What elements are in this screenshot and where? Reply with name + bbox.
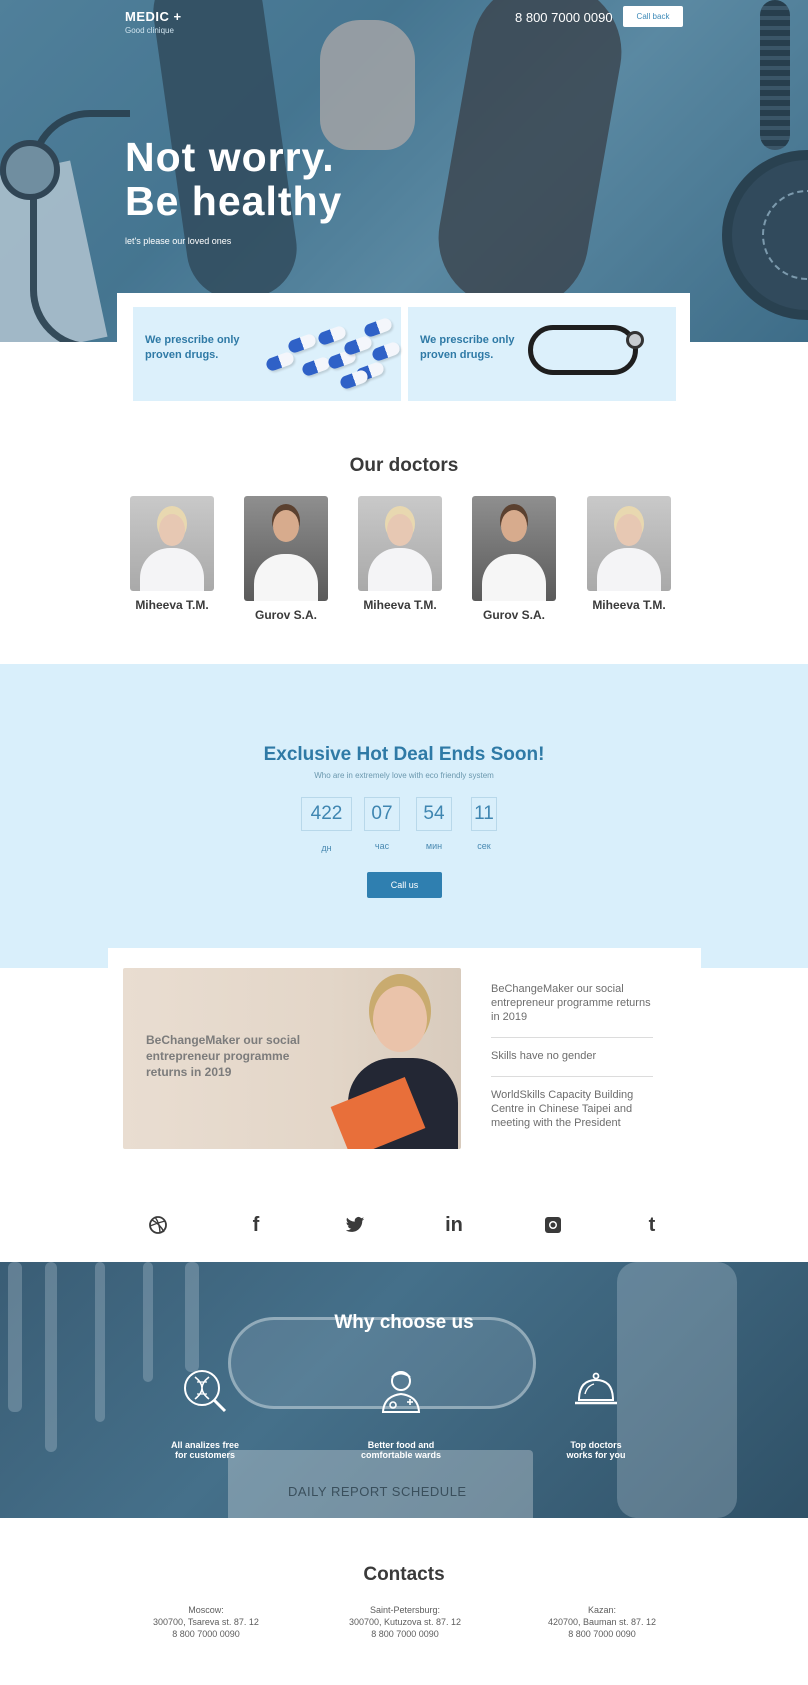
feature-card: We prescribe only proven drugs. [408, 307, 676, 401]
countdown-value: 11 [471, 797, 497, 831]
instrument-decor [95, 1262, 105, 1422]
contact-block: Moscow: 300700, Tsareva st. 87. 12 8 800… [131, 1604, 281, 1640]
countdown-hours: 07 час [364, 797, 400, 851]
countdown-value: 07 [364, 797, 400, 831]
linkedin-icon[interactable]: in [441, 1212, 467, 1238]
why-item-line2: comfortable wards [360, 1450, 442, 1460]
why-item-line2: for customers [174, 1450, 236, 1460]
news-section: BeChangeMaker our social entrepreneur pr… [108, 948, 701, 1166]
contact-block: Kazan: 420700, Bauman st. 87. 12 8 800 7… [527, 1604, 677, 1640]
countdown-label: час [374, 841, 390, 851]
contact-city: Moscow: [188, 1605, 224, 1615]
doctor-name: Miheeva T.M. [363, 598, 437, 612]
hero-title-line2: Be healthy [125, 178, 343, 224]
news-list-item[interactable]: Skills have no gender [491, 1049, 653, 1077]
pills-image [256, 315, 402, 395]
doctor-card[interactable]: Miheeva T.M. [355, 496, 445, 612]
hero-subtitle: let's please our loved ones [125, 236, 232, 246]
why-item-text: Top doctors works for you [521, 1440, 671, 1460]
doctor-photo [587, 496, 671, 591]
doctor-card[interactable]: Miheeva T.M. [584, 496, 674, 612]
why-item-line1: All analizes free [170, 1440, 240, 1450]
social-links: f in t [0, 1212, 808, 1242]
doctor-photo [244, 496, 328, 601]
facebook-icon[interactable]: f [243, 1212, 269, 1238]
doctor-card[interactable]: Gurov S.A. [241, 496, 331, 622]
why-item-text: All analizes free for customers [130, 1440, 280, 1460]
doctor-card[interactable]: Gurov S.A. [469, 496, 559, 622]
dna-search-icon [182, 1368, 228, 1414]
brand-logo[interactable]: MEDIC + Good clinique [125, 9, 182, 35]
contact-city: Saint-Petersburg: [369, 1605, 441, 1615]
contact-phone[interactable]: 8 800 7000 0090 [527, 1628, 677, 1640]
why-item: Better food and comfortable wards [326, 1368, 476, 1460]
instrument-decor [45, 1262, 57, 1452]
why-item-line1: Top doctors [570, 1440, 622, 1450]
brand-name: MEDIC + [125, 9, 182, 24]
instrument-decor [8, 1262, 22, 1412]
deal-title: Exclusive Hot Deal Ends Soon! [263, 744, 545, 765]
countdown-label: сек [477, 841, 491, 851]
hero-section: MEDIC + Good clinique 8 800 7000 0090 Ca… [0, 0, 808, 342]
doctor-photo [130, 496, 214, 591]
doctor-photo [472, 496, 556, 601]
doctor-name: Miheeva T.M. [592, 598, 666, 612]
doctor-card[interactable]: Miheeva T.M. [127, 496, 217, 612]
countdown-label: дн [321, 843, 332, 853]
why-choose-us-section: DAILY REPORT SCHEDULE Why choose us All … [0, 1262, 808, 1518]
call-us-button[interactable]: Call us [367, 872, 442, 898]
dribbble-icon[interactable] [145, 1212, 171, 1238]
doctor-name: Gurov S.A. [482, 608, 545, 622]
contact-address: 300700, Tsareva st. 87. 12 [153, 1617, 259, 1627]
contact-phone[interactable]: 8 800 7000 0090 [330, 1628, 480, 1640]
stethoscope-head-icon [626, 331, 644, 349]
news-featured-title: BeChangeMaker our social entrepreneur pr… [146, 1033, 301, 1079]
header-phone[interactable]: 8 800 7000 0090 [515, 10, 613, 25]
news-list-item[interactable]: BeChangeMaker our social entrepreneur pr… [491, 982, 653, 1038]
doctor-photo [358, 496, 442, 591]
contact-address: 420700, Bauman st. 87. 12 [547, 1617, 657, 1627]
stethoscope-image [528, 325, 638, 375]
contacts-title: Contacts [363, 1564, 445, 1585]
instagram-icon[interactable] [540, 1212, 566, 1238]
countdown-days: 422 дн [301, 797, 352, 853]
countdown-minutes: 54 мин [416, 797, 452, 851]
contact-address: 300700, Kutuzova st. 87. 12 [348, 1617, 462, 1627]
why-item: Top doctors works for you [521, 1368, 671, 1460]
why-item: All analizes free for customers [130, 1368, 280, 1460]
brand-tagline: Good clinique [125, 26, 174, 35]
why-item-text: Better food and comfortable wards [326, 1440, 476, 1460]
countdown-label: мин [425, 841, 443, 851]
doctors-title: Our doctors [349, 455, 459, 476]
doctor-icon [378, 1368, 424, 1414]
why-title: Why choose us [334, 1312, 474, 1333]
feature-text: We prescribe only proven drugs. [420, 334, 515, 361]
hero-overlay [0, 0, 808, 342]
news-list: BeChangeMaker our social entrepreneur pr… [491, 982, 653, 1154]
doctor-name: Miheeva T.M. [135, 598, 209, 612]
feature-text: We prescribe only proven drugs. [145, 334, 240, 361]
tumblr-icon[interactable]: t [639, 1212, 665, 1238]
countdown-value: 54 [416, 797, 452, 831]
doctor-name: Gurov S.A. [254, 608, 317, 622]
features-panel: We prescribe only proven drugs. We presc… [117, 293, 690, 409]
food-tray-icon [573, 1368, 619, 1414]
call-back-button[interactable]: Call back [623, 6, 683, 27]
contact-city: Kazan: [587, 1605, 617, 1615]
hero-title: Not worry. Be healthy [125, 135, 342, 223]
hero-title-line1: Not worry. [125, 134, 335, 180]
feature-card: We prescribe only proven drugs. [133, 307, 402, 401]
news-list-item[interactable]: WorldSkills Capacity Building Centre in … [491, 1088, 653, 1143]
hot-deal-section: Exclusive Hot Deal Ends Soon! Who are in… [0, 664, 808, 968]
why-item-line1: Better food and [367, 1440, 435, 1450]
countdown-seconds: 11 сек [471, 797, 497, 851]
deal-subtitle: Who are in extremely love with eco frien… [314, 771, 494, 780]
clipboard-text: DAILY REPORT SCHEDULE [288, 1484, 467, 1499]
why-item-line2: works for you [566, 1450, 626, 1460]
news-featured-card[interactable]: BeChangeMaker our social entrepreneur pr… [123, 968, 461, 1149]
twitter-icon[interactable] [342, 1212, 368, 1238]
contact-phone[interactable]: 8 800 7000 0090 [131, 1628, 281, 1640]
countdown-value: 422 [301, 797, 352, 831]
contact-block: Saint-Petersburg: 300700, Kutuzova st. 8… [330, 1604, 480, 1640]
